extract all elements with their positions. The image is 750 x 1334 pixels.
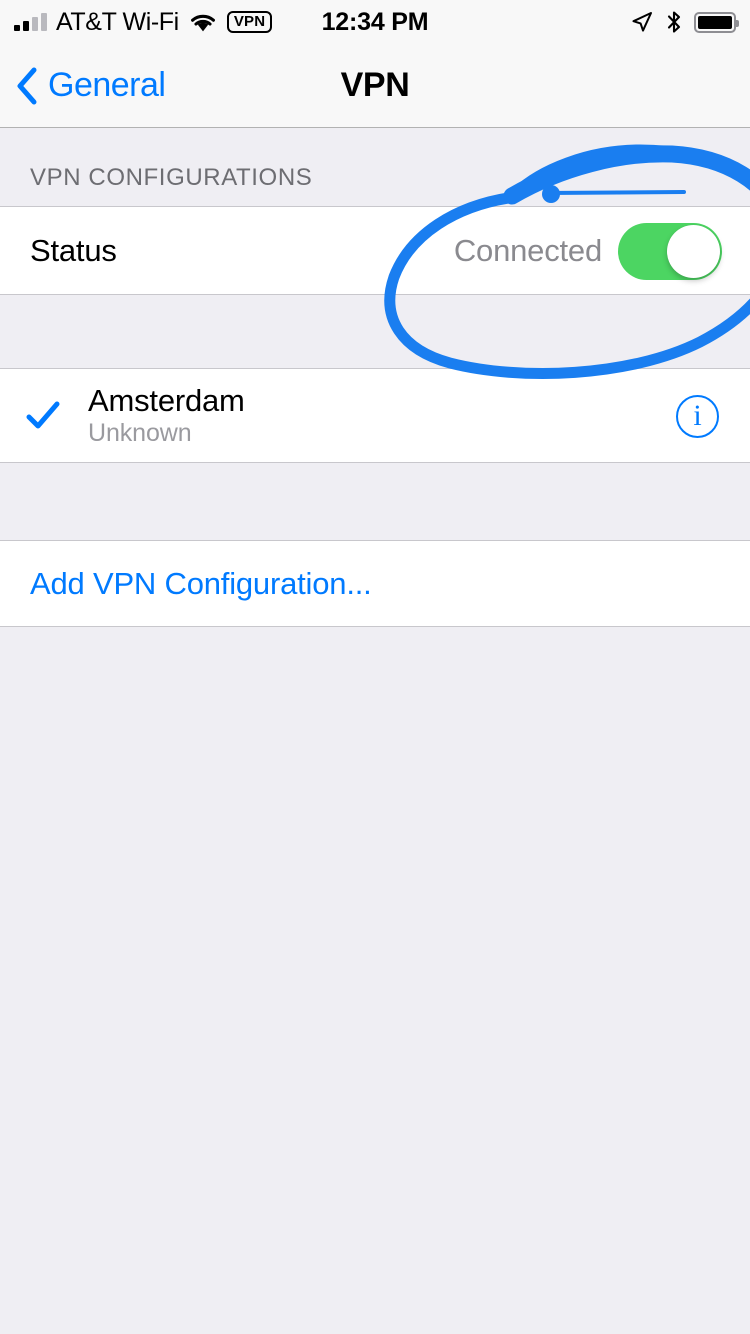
status-bar-right: [630, 0, 739, 44]
status-row-value: Connected: [453, 232, 602, 268]
back-button[interactable]: General: [14, 44, 166, 127]
toggle-knob: [667, 225, 720, 278]
section-header-configurations: VPN CONFIGURATIONS: [30, 164, 313, 191]
info-icon-glyph: i: [693, 398, 702, 432]
status-bar: AT&T Wi-Fi VPN 12:34 PM: [0, 0, 750, 44]
location-arrow-icon: [632, 12, 652, 32]
vpn-status-toggle[interactable]: [618, 223, 722, 280]
battery-full-icon: [694, 11, 739, 33]
status-group: Status Connected: [0, 206, 750, 295]
info-icon[interactable]: i: [676, 395, 719, 438]
clock-label: 12:34 PM: [321, 7, 429, 36]
section-gap-1: [0, 295, 750, 368]
add-vpn-configuration-label: Add VPN Configuration...: [30, 565, 372, 601]
chevron-left-icon: [17, 67, 37, 104]
settings-content: VPN CONFIGURATIONS Status Connected Amst…: [0, 128, 750, 1334]
iphone-settings-vpn-screen: AT&T Wi-Fi VPN 12:34 PM General VPN VPN …: [0, 0, 750, 1334]
navigation-bar: General VPN: [0, 44, 750, 128]
status-row[interactable]: Status Connected: [0, 207, 750, 294]
back-button-label: General: [48, 66, 166, 104]
add-vpn-configuration-row[interactable]: Add VPN Configuration...: [0, 541, 750, 626]
config-subtitle: Unknown: [88, 418, 192, 447]
section-gap-2: [0, 463, 750, 540]
configurations-group: Amsterdam Unknown i: [0, 368, 750, 463]
config-name: Amsterdam: [88, 382, 245, 418]
checkmark-icon: [26, 401, 60, 429]
add-config-group: Add VPN Configuration...: [0, 540, 750, 627]
list-item[interactable]: Amsterdam Unknown i: [0, 369, 750, 462]
bluetooth-icon: [667, 11, 681, 33]
status-row-label: Status: [30, 232, 117, 268]
